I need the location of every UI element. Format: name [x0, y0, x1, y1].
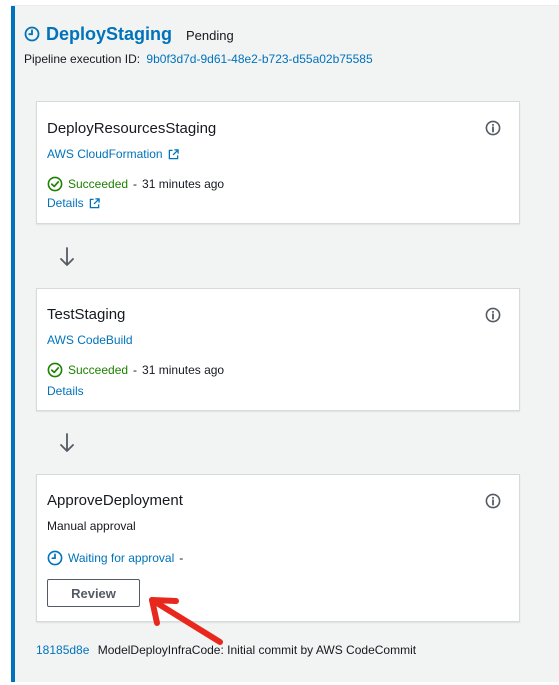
- stage-title[interactable]: DeployStaging: [46, 24, 172, 45]
- status-text: Succeeded: [68, 177, 129, 191]
- action-card-approve-deployment: ApproveDeployment Manual approval Waitin…: [36, 474, 520, 622]
- clock-icon: [24, 26, 40, 42]
- details-label: Details: [47, 384, 84, 398]
- status-time: 31 minutes ago: [142, 363, 225, 377]
- external-link-icon: [89, 197, 100, 208]
- commit-id-link[interactable]: 18185d8e: [36, 643, 89, 657]
- provider-label: AWS CodeBuild: [47, 333, 133, 347]
- provider-link[interactable]: AWS CloudFormation: [47, 147, 179, 161]
- action-status-row: Waiting for approval -: [47, 550, 188, 566]
- action-status-row: Succeeded - 31 minutes ago: [47, 362, 224, 378]
- execution-id-row: Pipeline execution ID: 9b0f3d7d-9d61-48e…: [24, 52, 373, 66]
- success-check-icon: [47, 176, 63, 192]
- details-label: Details: [47, 196, 84, 210]
- details-link[interactable]: Details: [47, 384, 84, 398]
- clock-icon: [47, 550, 63, 566]
- action-card-deploy-resources: DeployResourcesStaging AWS CloudFormatio…: [36, 101, 520, 224]
- info-icon[interactable]: [485, 120, 501, 136]
- stage-header: DeployStaging Pending Pipeline execution…: [24, 22, 373, 67]
- info-icon[interactable]: [485, 307, 501, 323]
- provider-link[interactable]: AWS CodeBuild: [47, 333, 133, 347]
- status-text: Waiting for approval: [68, 551, 175, 565]
- status-separator: -: [133, 177, 138, 191]
- action-title: DeployResourcesStaging: [47, 120, 217, 137]
- stage-title-row: DeployStaging Pending: [24, 22, 373, 46]
- status-separator: -: [179, 551, 184, 565]
- details-link[interactable]: Details: [47, 196, 100, 210]
- action-card-test-staging: TestStaging AWS CodeBuild Succeeded - 31…: [36, 288, 520, 411]
- review-button[interactable]: Review: [47, 579, 140, 607]
- status-time: 31 minutes ago: [142, 177, 225, 191]
- success-check-icon: [47, 362, 63, 378]
- transition-arrow-icon: [60, 247, 74, 266]
- panel-divider: [11, 5, 559, 6]
- annotation-arrow-icon: [149, 597, 223, 645]
- source-commit: 18185d8e ModelDeployInfraCode: Initial c…: [36, 643, 416, 657]
- provider-label: AWS CloudFormation: [47, 147, 163, 161]
- transition-arrow-icon: [60, 433, 74, 452]
- action-title: TestStaging: [47, 306, 126, 323]
- execution-id-label: Pipeline execution ID:: [24, 52, 141, 66]
- provider-label: Manual approval: [47, 519, 136, 533]
- action-status-row: Succeeded - 31 minutes ago: [47, 176, 224, 192]
- info-icon[interactable]: [485, 493, 501, 509]
- status-text: Succeeded: [68, 363, 129, 377]
- external-link-icon: [168, 148, 179, 159]
- stage-status: Pending: [186, 27, 234, 43]
- status-separator: -: [133, 363, 138, 377]
- action-title: ApproveDeployment: [47, 492, 183, 509]
- execution-id-link[interactable]: 9b0f3d7d-9d61-48e2-b723-d55a02b75585: [146, 52, 372, 66]
